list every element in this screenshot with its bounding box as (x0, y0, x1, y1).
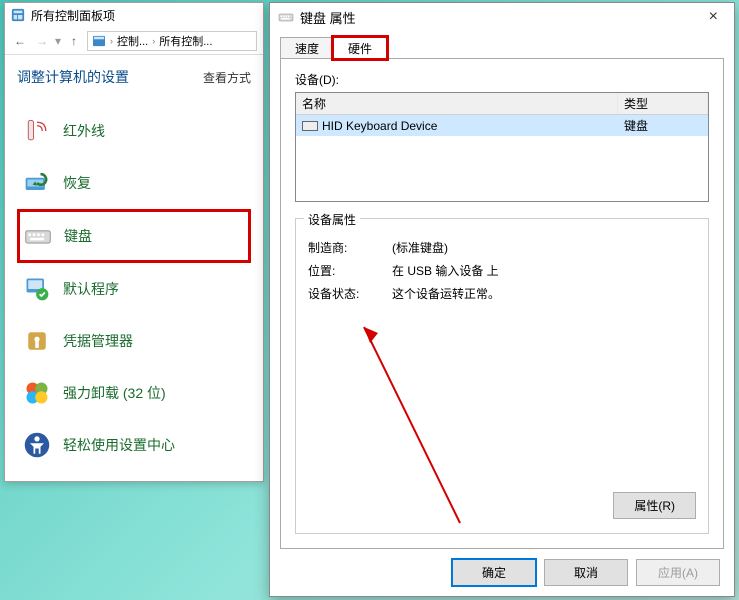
cp-item-label: 默认程序 (63, 279, 119, 299)
dialog-title: 键盘 属性 (300, 8, 356, 27)
status-value: 这个设备运转正常。 (392, 285, 696, 302)
control-panel-navbar[interactable]: ← → ▾ ↑ › 控制... › 所有控制... (5, 27, 263, 55)
cp-item-keyboard[interactable]: 键盘 (17, 209, 251, 263)
control-panel-icon (11, 8, 25, 22)
group-legend: 设备属性 (304, 211, 360, 228)
breadcrumb-level2[interactable]: 所有控制... (159, 33, 212, 49)
default-programs-icon (23, 275, 51, 303)
col-header-type[interactable]: 类型 (618, 93, 708, 114)
tab-bar: 速度 硬件 (280, 37, 724, 59)
cp-item-label: 凭据管理器 (63, 331, 133, 351)
credential-manager-icon (23, 327, 51, 355)
location-label: 位置: (308, 262, 392, 279)
uninstall-icon (23, 379, 51, 407)
tab-speed[interactable]: 速度 (280, 37, 334, 59)
location-value: 在 USB 输入设备 上 (392, 262, 696, 279)
dialog-body: 速度 硬件 设备(D): 名称 类型 HID Keyboard Device 键… (270, 31, 734, 549)
breadcrumb-icon (92, 35, 106, 47)
dialog-titlebar[interactable]: 键盘 属性 × (270, 3, 734, 31)
status-label: 设备状态: (308, 285, 392, 302)
cp-item-uninstall[interactable]: 强力卸载 (32 位) (17, 367, 251, 419)
nav-separator: ▾ (55, 34, 61, 48)
cp-item-label: 轻松使用设置中心 (63, 435, 175, 455)
table-row[interactable]: HID Keyboard Device 键盘 (296, 115, 708, 136)
col-header-name[interactable]: 名称 (296, 93, 618, 114)
close-button[interactable]: × (701, 8, 726, 26)
devices-table[interactable]: 名称 类型 HID Keyboard Device 键盘 (295, 92, 709, 202)
control-panel-items-list: 红外线 恢复 键盘 默认程序 (17, 105, 251, 471)
device-type: 键盘 (618, 115, 708, 136)
keyboard-row-icon (302, 121, 318, 131)
cp-item-label: 红外线 (63, 121, 105, 141)
manufacturer-label: 制造商: (308, 239, 392, 256)
control-panel-body: 调整计算机的设置 查看方式 红外线 恢复 键盘 (5, 55, 263, 483)
keyboard-icon (24, 222, 52, 250)
chevron-right-icon: › (110, 36, 113, 46)
tab-panel-hardware: 设备(D): 名称 类型 HID Keyboard Device 键盘 设备属性 (280, 58, 724, 549)
infrared-icon (23, 117, 51, 145)
control-panel-title: 所有控制面板项 (31, 7, 115, 24)
breadcrumb-level1[interactable]: 控制... (117, 33, 148, 49)
control-panel-titlebar: 所有控制面板项 (5, 3, 263, 27)
ok-button[interactable]: 确定 (452, 559, 536, 586)
cp-item-default-programs[interactable]: 默认程序 (17, 263, 251, 315)
recovery-icon (23, 169, 51, 197)
annotation-arrow-icon (350, 313, 470, 533)
devices-label: 设备(D): (295, 71, 709, 88)
dialog-buttons: 确定 取消 应用(A) (270, 549, 734, 596)
cp-item-ease-of-access[interactable]: 轻松使用设置中心 (17, 419, 251, 471)
keyboard-properties-dialog[interactable]: 键盘 属性 × 速度 硬件 设备(D): 名称 类型 HID Keyboard … (269, 2, 735, 597)
ease-of-access-icon (23, 431, 51, 459)
control-panel-window[interactable]: 所有控制面板项 ← → ▾ ↑ › 控制... › 所有控制... 调整计算机的… (4, 2, 264, 482)
nav-up-button[interactable]: ↑ (65, 34, 83, 48)
nav-back-button[interactable]: ← (11, 34, 29, 48)
nav-forward-button[interactable]: → (33, 34, 51, 48)
cp-item-label: 键盘 (64, 226, 92, 246)
device-properties-group: 设备属性 制造商: (标准键盘) 位置: 在 USB 输入设备 上 设备状态: … (295, 218, 709, 534)
tab-hardware[interactable]: 硬件 (333, 37, 387, 59)
chevron-right-icon: › (152, 36, 155, 46)
cp-item-credential-manager[interactable]: 凭据管理器 (17, 315, 251, 367)
cp-item-label: 强力卸载 (32 位) (63, 383, 166, 403)
dialog-keyboard-icon (278, 9, 294, 25)
page-title: 调整计算机的设置 (17, 67, 129, 87)
manufacturer-value: (标准键盘) (392, 239, 696, 256)
device-properties-button[interactable]: 属性(R) (613, 492, 696, 519)
breadcrumb[interactable]: › 控制... › 所有控制... (87, 31, 257, 51)
table-header: 名称 类型 (296, 93, 708, 115)
cancel-button[interactable]: 取消 (544, 559, 628, 586)
view-mode-label[interactable]: 查看方式 (203, 69, 251, 86)
cp-item-label: 恢复 (63, 173, 91, 193)
cp-item-infrared[interactable]: 红外线 (17, 105, 251, 157)
device-name: HID Keyboard Device (322, 119, 437, 133)
cp-item-recovery[interactable]: 恢复 (17, 157, 251, 209)
apply-button[interactable]: 应用(A) (636, 559, 720, 586)
